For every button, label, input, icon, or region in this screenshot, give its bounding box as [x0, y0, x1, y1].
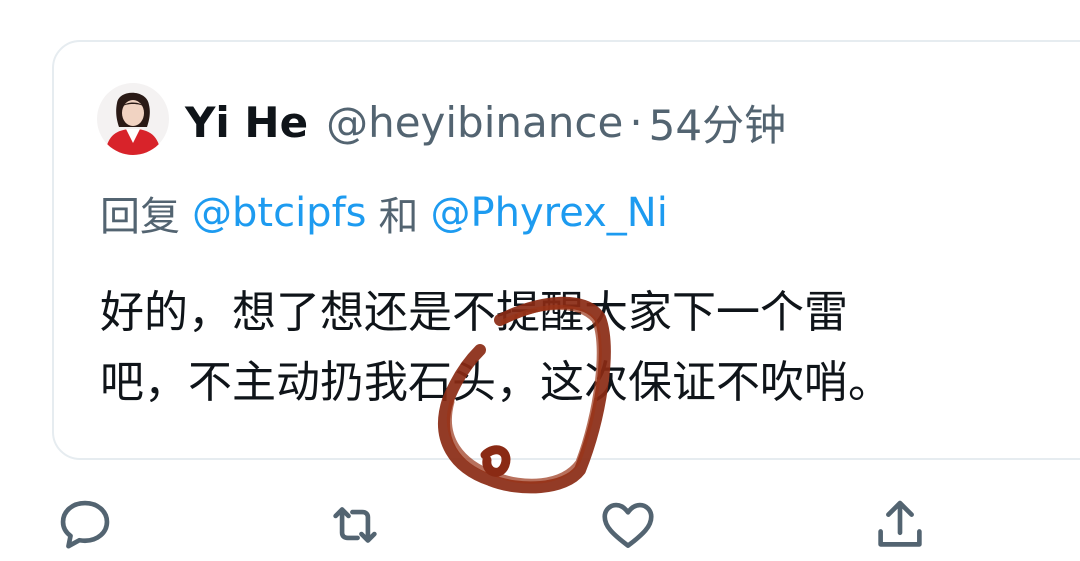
share-icon: [878, 500, 922, 547]
like-button[interactable]: [593, 490, 663, 560]
tweet-header: Yi He @heyibinance · 54分钟: [185, 92, 786, 152]
avatar-image: [97, 83, 169, 155]
display-name[interactable]: Yi He: [185, 98, 308, 147]
mention-link-2[interactable]: @Phyrex_Ni: [431, 190, 668, 236]
tweet-timestamp[interactable]: 54分钟: [649, 92, 786, 153]
tweet-body-line: 吧，不主动扔我石头，这次保证不吹哨。: [100, 357, 892, 408]
retweet-button[interactable]: [320, 490, 390, 560]
retweet-icon: [333, 507, 377, 543]
tweet-body: 好的，想了想还是不提醒大家下一个雷 吧，不主动扔我石头，这次保证不吹哨。: [100, 278, 1060, 418]
tweet-body-line: 好的，想了想还是不提醒大家下一个雷: [100, 287, 848, 338]
reply-button[interactable]: [50, 490, 120, 560]
comment-icon: [60, 500, 110, 549]
reply-context: 回复 @btcipfs 和 @Phyrex_Ni: [100, 183, 668, 243]
mention-link-1[interactable]: @btcipfs: [192, 190, 367, 236]
tweet-screenshot: Yi He @heyibinance · 54分钟 回复 @btcipfs 和 …: [0, 0, 1080, 561]
reply-joiner: 和: [378, 194, 419, 240]
reply-prefix: 回复: [100, 194, 180, 240]
avatar[interactable]: [97, 83, 169, 155]
tweet-action-bar: [0, 480, 1080, 561]
heart-icon: [602, 502, 654, 548]
share-button[interactable]: [865, 490, 935, 560]
separator-dot: ·: [629, 97, 643, 147]
user-handle[interactable]: @heyibinance: [326, 98, 623, 147]
